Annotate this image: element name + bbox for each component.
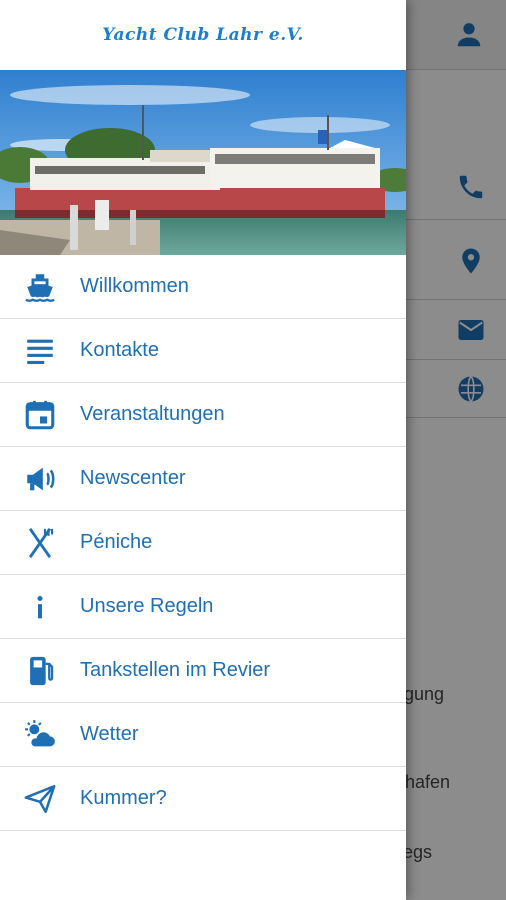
info-icon: [0, 590, 80, 624]
calendar-icon: [0, 398, 80, 432]
paper-plane-icon: [0, 782, 80, 816]
menu-item-label: Veranstaltungen: [80, 403, 225, 425]
menu-item-label: Willkommen: [80, 275, 189, 297]
megaphone-icon: [0, 462, 80, 496]
club-logo-title: Yacht Club Lahr e.V.: [102, 25, 304, 45]
ship-icon: [0, 270, 80, 304]
menu-item-label: Péniche: [80, 531, 153, 553]
menu-item-willkommen[interactable]: Willkommen: [0, 255, 406, 319]
menu-item-peniche[interactable]: Péniche: [0, 511, 406, 575]
menu-item-label: Unsere Regeln: [80, 595, 214, 617]
menu-item-unsere-regeln[interactable]: Unsere Regeln: [0, 575, 406, 639]
menu-item-label: Kummer?: [80, 787, 167, 809]
menu-item-kummer[interactable]: Kummer?: [0, 767, 406, 831]
menu-list: Willkommen Kontakte Veranstaltungen News…: [0, 255, 406, 831]
menu-item-veranstaltungen[interactable]: Veranstaltungen: [0, 383, 406, 447]
weather-icon: [0, 718, 80, 752]
menu-item-label: Tankstellen im Revier: [80, 659, 271, 681]
menu-item-tankstellen[interactable]: Tankstellen im Revier: [0, 639, 406, 703]
navigation-drawer: Yacht Club Lahr e.V. Willkommen Kontakte…: [0, 0, 406, 900]
hero-image-harbor-boat: [0, 70, 406, 255]
list-lines-icon: [0, 334, 80, 368]
menu-item-newscenter[interactable]: Newscenter: [0, 447, 406, 511]
menu-item-label: Kontakte: [80, 339, 159, 361]
fuel-pump-icon: [0, 654, 80, 688]
menu-item-label: Newscenter: [80, 467, 186, 489]
fork-knife-icon: [0, 526, 80, 560]
menu-item-kontakte[interactable]: Kontakte: [0, 319, 406, 383]
menu-item-label: Wetter: [80, 723, 139, 745]
drawer-header: Yacht Club Lahr e.V.: [0, 0, 406, 70]
menu-item-wetter[interactable]: Wetter: [0, 703, 406, 767]
